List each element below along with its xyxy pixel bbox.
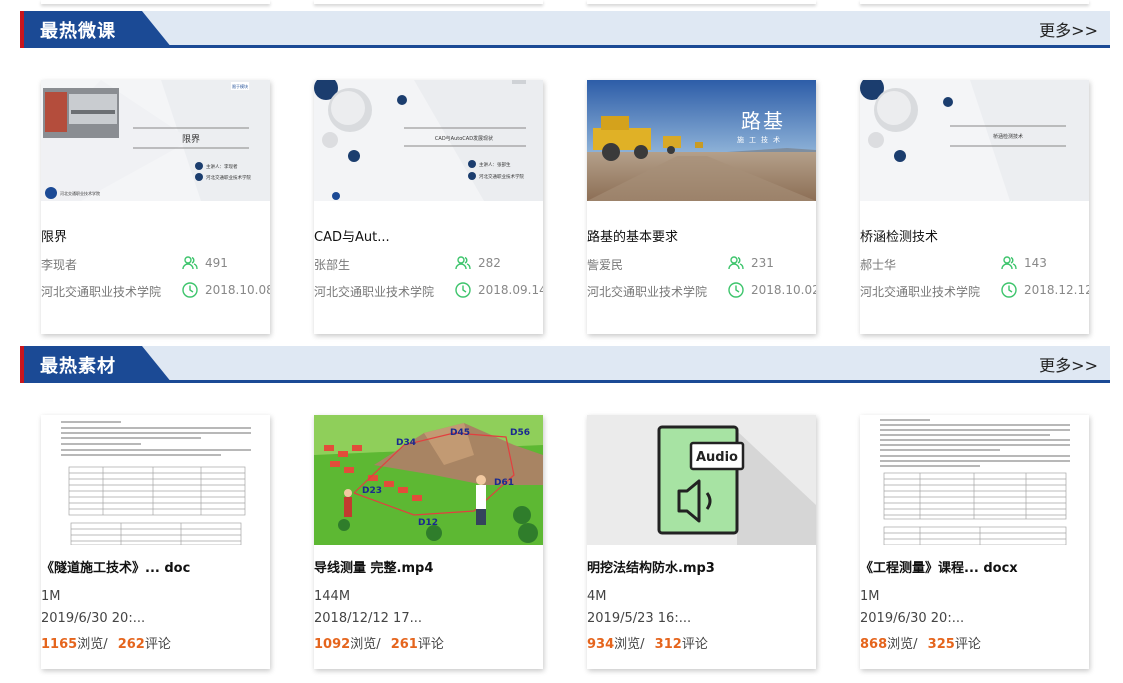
course-name[interactable]: 路基的基本要求: [587, 226, 678, 245]
section-header-hot-micro-courses: 最热微课 更多>>: [20, 11, 1110, 48]
publish-date: 2018.10.02: [727, 281, 816, 299]
upload-date: 2019/6/30 20:...: [41, 611, 146, 626]
map-label: D12: [418, 518, 438, 528]
thumb-school: 河北交通职业技术学院: [206, 174, 251, 181]
material-stats: 1092浏览/ 261评论: [314, 637, 444, 652]
section-title: 最热微课: [40, 21, 116, 42]
svg-text:河北交通职业技术学院: 河北交通职业技术学院: [60, 190, 100, 196]
previous-row-card-edges: [0, 0, 1123, 6]
map-label: D56: [510, 428, 530, 438]
course-name[interactable]: CAD与Aut...: [314, 226, 390, 245]
thumb-title: 路基: [741, 109, 785, 133]
file-size: 1M: [41, 589, 61, 604]
course-card[interactable]: 路基 施工技术 路基的基本要求 訾爱民 河北交通职业技术学院 231 2018.…: [587, 80, 816, 334]
map-label: D34: [396, 438, 416, 448]
document-thumbnail: [41, 415, 270, 545]
comment-count: 312: [654, 637, 682, 652]
audio-label: Audio: [696, 450, 738, 465]
comment-count: 325: [927, 637, 955, 652]
view-count: 868: [860, 637, 888, 652]
material-name[interactable]: 《隧道施工技术》... doc: [41, 557, 190, 576]
upload-date: 2019/6/30 20:...: [860, 611, 965, 626]
material-name[interactable]: 导线测量 完整.mp4: [314, 557, 433, 576]
material-card[interactable]: 《隧道施工技术》... doc 1M 2019/6/30 20:... 1165…: [41, 415, 270, 669]
thumb-subtitle: 施工技术: [737, 135, 785, 144]
map-label: D23: [362, 486, 382, 496]
view-count: 491: [181, 254, 228, 272]
view-count: 282: [454, 254, 501, 272]
thumb-school: 河北交通职业技术学院: [479, 173, 524, 180]
thumb-corner-tag: 限于模块: [232, 83, 248, 89]
card-edge: [41, 0, 270, 4]
users-icon: [181, 254, 199, 272]
audio-thumbnail: Audio: [587, 415, 816, 545]
card-edge: [587, 0, 816, 4]
course-thumbnail: 限界 限于模块 主讲人：李现者 河北交通职业技术学院 河北交通职业技术学院: [41, 80, 270, 201]
course-name[interactable]: 限界: [41, 226, 67, 245]
course-author: 张部生: [314, 258, 351, 272]
clock-icon: [181, 281, 199, 299]
course-card[interactable]: 限界 限于模块 主讲人：李现者 河北交通职业技术学院 河北交通职业技术学院 限界…: [41, 80, 270, 334]
clock-icon: [727, 281, 745, 299]
course-school: 河北交通职业技术学院: [41, 285, 162, 299]
publish-date: 2018.10.08: [181, 281, 270, 299]
publish-date: 2018.12.12: [1000, 281, 1089, 299]
course-school: 河北交通职业技术学院: [314, 285, 435, 299]
course-thumbnail: 路基 施工技术: [587, 80, 816, 201]
material-stats: 1165浏览/ 262评论: [41, 637, 171, 652]
card-edge: [314, 0, 543, 4]
material-card[interactable]: Audio 明挖法结构防水.mp3 4M 2019/5/23 16:... 93…: [587, 415, 816, 669]
material-card[interactable]: 《工程测量》课程... docx 1M 2019/6/30 20:... 868…: [860, 415, 1089, 669]
more-link[interactable]: 更多>>: [1039, 17, 1098, 41]
course-school: 河北交通职业技术学院: [587, 285, 708, 299]
view-count: 1165: [41, 637, 78, 652]
material-name[interactable]: 明挖法结构防水.mp3: [587, 557, 715, 576]
section-accent-bar: [20, 346, 24, 383]
upload-date: 2018/12/12 17...: [314, 611, 422, 626]
users-icon: [454, 254, 472, 272]
file-size: 144M: [314, 589, 351, 604]
map-label: D61: [494, 478, 514, 488]
view-count: 934: [587, 637, 615, 652]
course-thumbnail: 桥涵检测技术: [860, 80, 1089, 201]
video-thumbnail: D34 D45 D56 D23 D61 D12: [314, 415, 543, 545]
thumb-presenter: 主讲人：张部生: [479, 161, 511, 168]
course-author: 李现者: [41, 258, 78, 272]
comment-count: 262: [117, 637, 145, 652]
thumb-title: CAD与AutoCAD发展现状: [435, 135, 493, 142]
card-edge: [860, 0, 1089, 4]
material-stats: 934浏览/ 312评论: [587, 637, 708, 652]
view-count: 143: [1000, 254, 1047, 272]
course-school: 河北交通职业技术学院: [860, 285, 981, 299]
material-card[interactable]: D34 D45 D56 D23 D61 D12 导线测量 完整.mp4 144M…: [314, 415, 543, 669]
view-count: 231: [727, 254, 774, 272]
upload-date: 2019/5/23 16:...: [587, 611, 692, 626]
section-accent-bar: [20, 11, 24, 48]
section-header-hot-materials: 最热素材 更多>>: [20, 346, 1110, 383]
clock-icon: [1000, 281, 1018, 299]
publish-date: 2018.09.14: [454, 281, 543, 299]
course-card[interactable]: CAD与AutoCAD发展现状 主讲人：张部生 河北交通职业技术学院 CAD与A…: [314, 80, 543, 334]
more-link[interactable]: 更多>>: [1039, 352, 1098, 376]
course-name[interactable]: 桥涵检测技术: [860, 226, 938, 245]
course-card[interactable]: 桥涵检测技术 桥涵检测技术 郝士华 河北交通职业技术学院 143 2018.12…: [860, 80, 1089, 334]
file-size: 1M: [860, 589, 880, 604]
course-author: 訾爱民: [587, 258, 624, 272]
comment-count: 261: [390, 637, 418, 652]
users-icon: [1000, 254, 1018, 272]
material-name[interactable]: 《工程测量》课程... docx: [860, 557, 1018, 576]
material-stats: 868浏览/ 325评论: [860, 637, 981, 652]
users-icon: [727, 254, 745, 272]
course-thumbnail: CAD与AutoCAD发展现状 主讲人：张部生 河北交通职业技术学院: [314, 80, 543, 201]
file-size: 4M: [587, 589, 607, 604]
document-thumbnail: [860, 415, 1089, 545]
map-label: D45: [450, 428, 470, 438]
clock-icon: [454, 281, 472, 299]
section-title: 最热素材: [40, 356, 116, 377]
view-count: 1092: [314, 637, 351, 652]
thumb-title: 桥涵检测技术: [993, 133, 1023, 140]
course-author: 郝士华: [860, 258, 897, 272]
thumb-presenter: 主讲人：李现者: [206, 163, 238, 170]
thumb-title: 限界: [182, 134, 200, 145]
